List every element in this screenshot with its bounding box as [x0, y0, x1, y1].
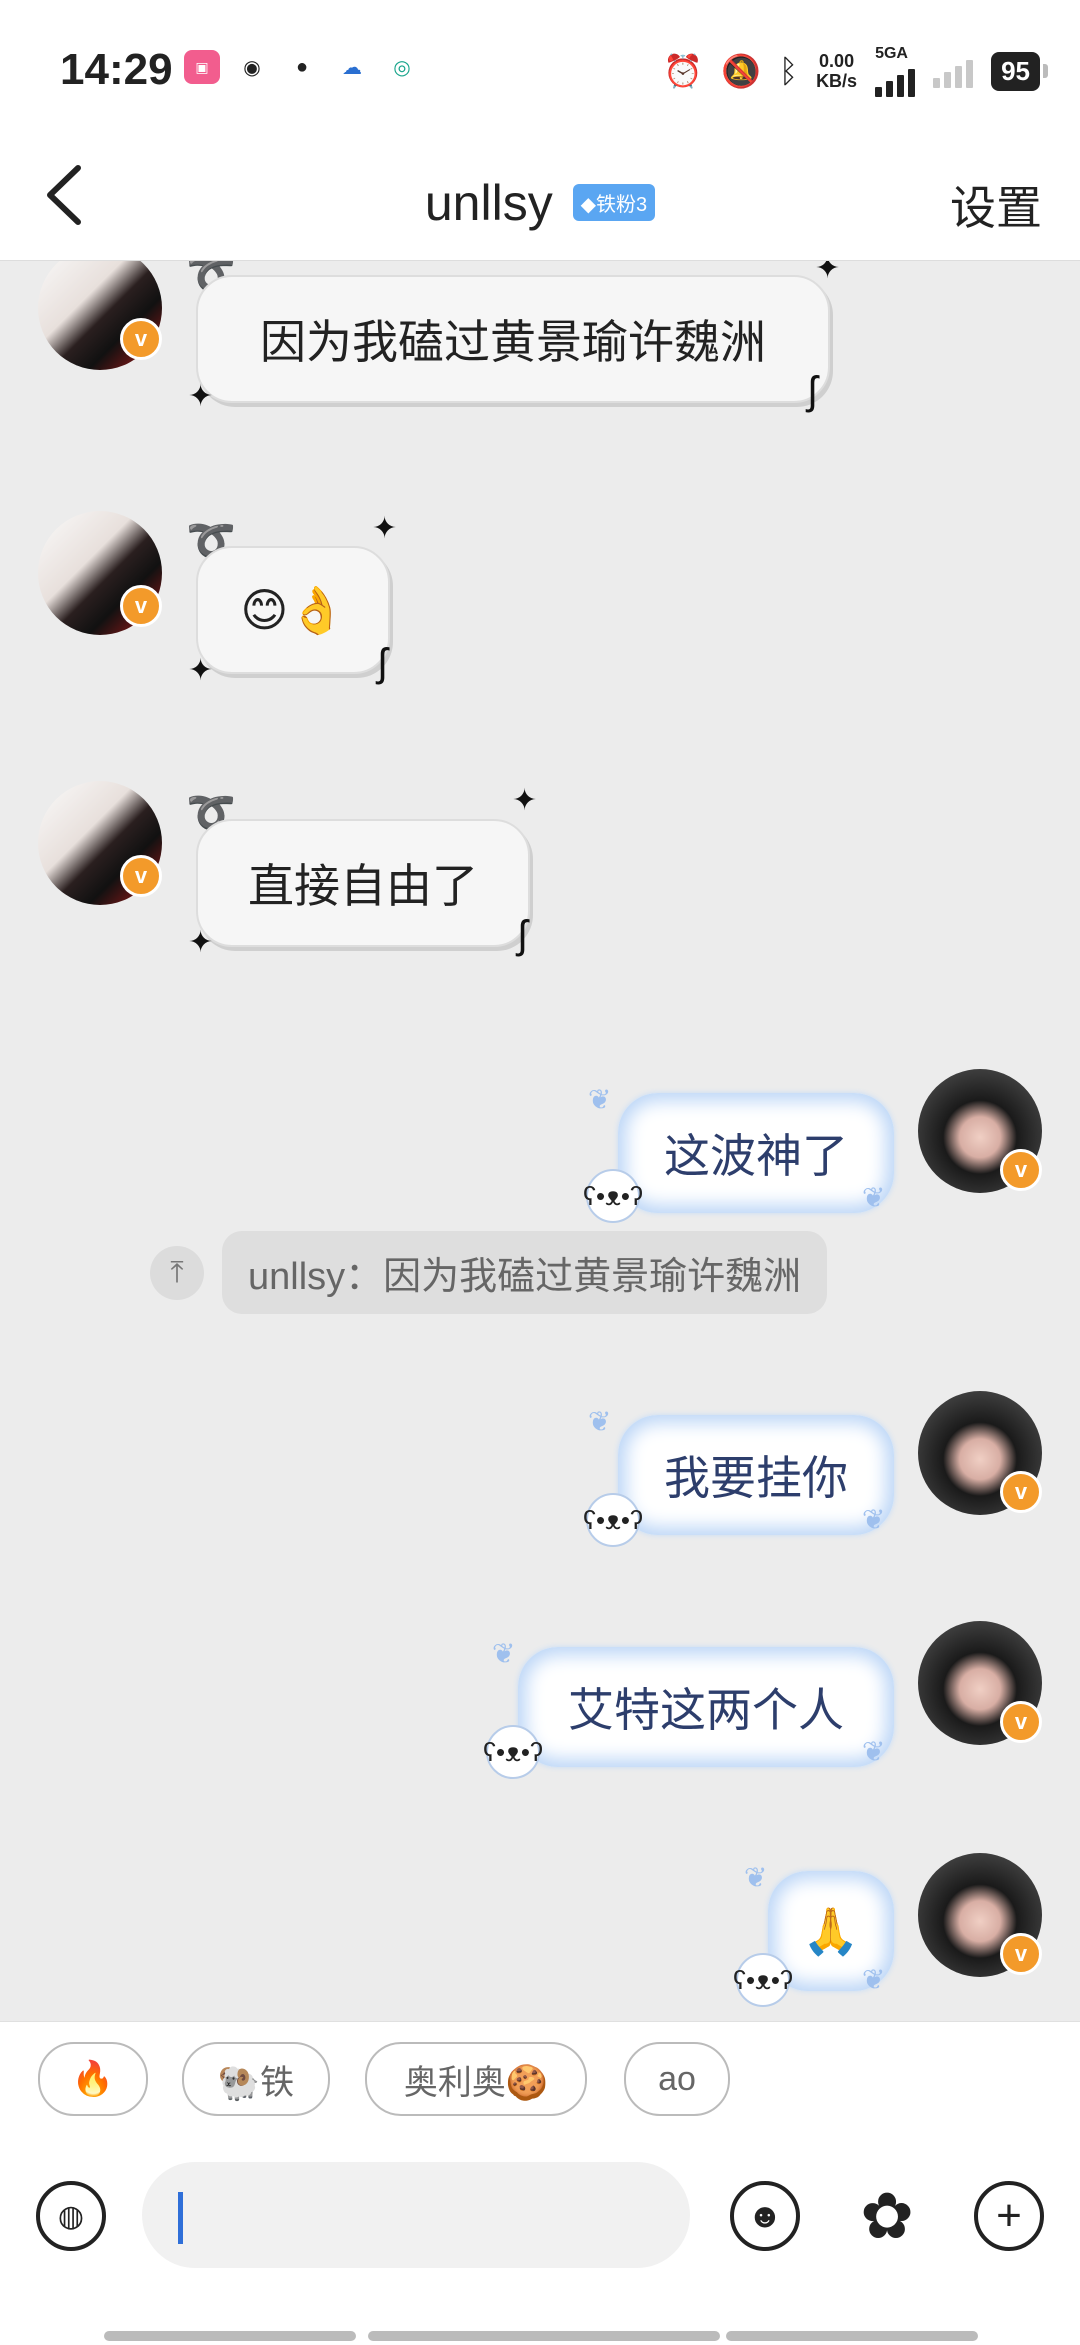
- verified-badge: v: [1000, 1701, 1042, 1743]
- battery-indicator: 95: [991, 51, 1048, 91]
- my-message-bubble[interactable]: 我要挂你: [618, 1415, 894, 1535]
- sparkle-icon: ✦: [815, 261, 841, 285]
- fan-level-badge: ◆铁粉3: [572, 184, 656, 222]
- wallet-icon: ◎: [393, 56, 411, 79]
- quick-reply-chip[interactable]: ao: [624, 2042, 730, 2116]
- message-bubble[interactable]: 😊👌: [196, 546, 390, 674]
- verified-badge: v: [120, 585, 162, 627]
- ribbon-tail-icon: ʃ: [808, 369, 817, 413]
- alarm-icon: ⏰: [663, 53, 704, 89]
- weibo-icon: ◉: [243, 56, 261, 79]
- input-bar: ◍ ☻ ✿ +: [0, 2151, 1080, 2345]
- signal-secondary-icon: [933, 54, 974, 88]
- contact-name: unllsy: [424, 174, 553, 231]
- ribbon-tail-icon: ʃ: [518, 913, 527, 957]
- home-indicator: [104, 2331, 356, 2341]
- sparkle-icon: ✦: [372, 512, 398, 545]
- message-bubble[interactable]: 直接自由了: [196, 819, 530, 947]
- quick-reply-chip[interactable]: 奥利奥🍪: [365, 2042, 587, 2116]
- message-bubble[interactable]: 因为我磕过黄景瑜许魏洲: [196, 275, 830, 403]
- home-indicator: [368, 2331, 720, 2341]
- quoted-text: unllsy：因为我磕过黄景瑜许魏洲: [222, 1231, 828, 1314]
- bluetooth-icon: ᛒ: [778, 52, 799, 89]
- status-app-icons: ▣ ◉ ● ☁ ◎: [184, 50, 420, 84]
- status-bar: 14:29 ▣ ◉ ● ☁ ◎ ⏰ 🔕 ᛒ 0.00 KB/s 5GA 95: [0, 0, 1080, 130]
- butterfly-icon: ❦: [862, 1964, 886, 1995]
- qq-icon: ●: [295, 55, 309, 78]
- signal-icon: [875, 63, 916, 97]
- verified-badge: v: [1000, 1471, 1042, 1513]
- chat-title: unllsy ◆铁粉3: [0, 170, 1080, 232]
- bear-sticker-icon: ʕ•ᴥ•ʔ: [483, 1725, 543, 1779]
- sticker-button[interactable]: ✿: [852, 2179, 922, 2252]
- quoted-reply[interactable]: ⤒ unllsy：因为我磕过黄景瑜许魏洲: [150, 1231, 828, 1314]
- quote-arrow-icon: ⤒: [150, 1245, 204, 1300]
- status-time: 14:29: [60, 45, 173, 94]
- sticker-icon: ✿: [860, 2179, 914, 2252]
- butterfly-icon: ❦: [862, 1504, 886, 1535]
- voice-button[interactable]: ◍: [36, 2181, 106, 2251]
- verified-badge: v: [1000, 1149, 1042, 1191]
- sparkle-icon: ✦: [188, 380, 214, 413]
- bear-sticker-icon: ʕ•ᴥ•ʔ: [733, 1953, 793, 2007]
- verified-badge: v: [1000, 1933, 1042, 1975]
- bear-sticker-icon: ʕ•ᴥ•ʔ: [583, 1169, 643, 1223]
- emoji-button[interactable]: ☻: [730, 2181, 800, 2251]
- add-button[interactable]: +: [974, 2181, 1044, 2251]
- bilibili-icon: ▣: [184, 50, 220, 84]
- home-indicator: [726, 2331, 978, 2341]
- voice-icon: ◍: [57, 2199, 85, 2233]
- net-speed: 0.00 KB/s: [816, 51, 858, 91]
- signal-5ga: 5GA: [875, 45, 916, 97]
- ribbon-tail-icon: ʃ: [378, 641, 387, 685]
- butterfly-icon: ❦: [862, 1182, 886, 1213]
- quick-reply-chip[interactable]: 🐏铁: [182, 2042, 330, 2116]
- butterfly-icon: ❦: [492, 1638, 516, 1669]
- sparkle-icon: ✦: [512, 784, 538, 817]
- emoji-icon: ☻: [747, 2196, 783, 2235]
- chat-area[interactable]: v ➰ ✦ 因为我磕过黄景瑜许魏洲 ✦ ʃ v ➰ ✦ 😊👌 ✦ ʃ v ➰ ✦…: [0, 261, 1080, 2021]
- nav-bar: unllsy ◆铁粉3 设置: [0, 130, 1080, 261]
- bear-sticker-icon: ʕ•ᴥ•ʔ: [583, 1493, 643, 1547]
- settings-button[interactable]: 设置: [950, 172, 1042, 238]
- butterfly-icon: ❦: [744, 1862, 768, 1893]
- sparkle-icon: ✦: [188, 654, 214, 687]
- verified-badge: v: [120, 855, 162, 897]
- butterfly-icon: ❦: [862, 1736, 886, 1767]
- my-message-bubble[interactable]: 艾特这两个人: [518, 1647, 894, 1767]
- verified-badge: v: [120, 318, 162, 360]
- status-right: ⏰ 🔕 ᛒ 0.00 KB/s 5GA 95: [663, 45, 1048, 97]
- message-input[interactable]: [142, 2162, 690, 2268]
- text-caret: [178, 2192, 183, 2244]
- sparkle-icon: ✦: [188, 926, 214, 959]
- add-icon: +: [996, 2191, 1022, 2240]
- butterfly-icon: ❦: [588, 1084, 612, 1115]
- cloud-music-icon: ☁: [342, 56, 362, 79]
- my-message-bubble[interactable]: 这波神了: [618, 1093, 894, 1213]
- quick-reply-bar: 🔥 🐏铁 奥利奥🍪 ao: [0, 2021, 1080, 2152]
- quick-reply-chip[interactable]: 🔥: [38, 2042, 148, 2116]
- butterfly-icon: ❦: [588, 1406, 612, 1437]
- mute-icon: 🔕: [721, 53, 761, 89]
